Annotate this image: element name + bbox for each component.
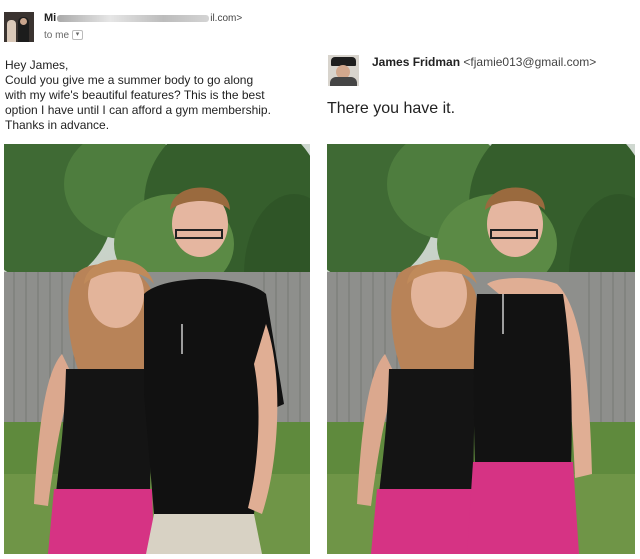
email-line: Hey James, [5, 58, 69, 72]
sender-domain: il.com> [210, 13, 243, 24]
email-line: with my wife's beautiful features? This … [5, 88, 265, 102]
original-photo [4, 144, 310, 554]
email-line: Could you give me a summer body to go al… [5, 73, 254, 87]
reply-sender-address: <fjamie013@gmail.com> [463, 55, 597, 69]
sender-avatar [4, 12, 34, 42]
email-line: option I have until I can afford a gym m… [5, 103, 271, 117]
reply-sender[interactable]: James Fridman <fjamie013@gmail.com> [372, 55, 596, 69]
couple-photo-original [4, 144, 310, 554]
sender-name-prefix: Mi [44, 12, 57, 24]
chevron-down-icon[interactable]: ▾ [72, 30, 84, 41]
email-body: Hey James, Could you give me a summer bo… [5, 58, 323, 133]
to-label: to me [44, 30, 70, 41]
couple-photo-edited [327, 144, 635, 554]
reply-avatar [328, 55, 359, 86]
sender-address[interactable]: Mi il.com> [44, 12, 242, 24]
reply-sender-name: James Fridman [372, 55, 461, 69]
edited-photo [327, 144, 635, 554]
reply-message: There you have it. [327, 100, 456, 117]
redacted-email-blur [57, 14, 210, 22]
recipient-line: to me ▾ [44, 30, 84, 41]
email-line: Thanks in advance. [5, 118, 110, 132]
